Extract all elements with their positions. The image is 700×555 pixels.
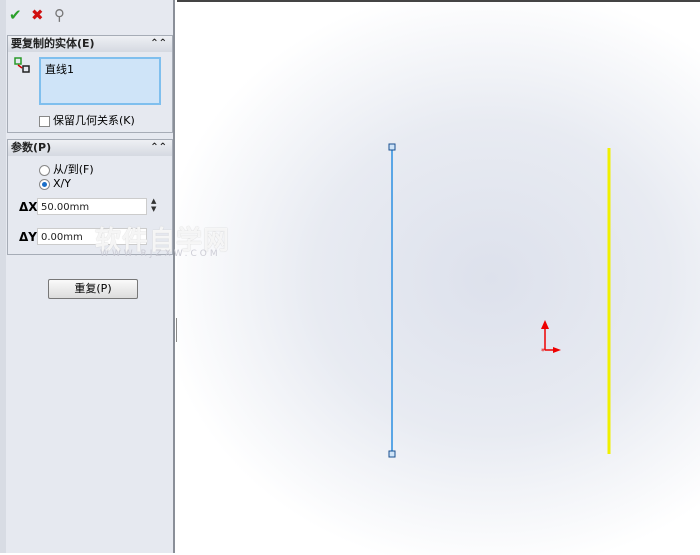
radio-from-to[interactable]: 从/到(F) [39,161,94,177]
keep-relations-checkbox[interactable]: 保留几何关系(K) [39,112,135,128]
list-item[interactable]: 直线1 [45,63,74,76]
collapse-icon[interactable]: ⌃⌃ [150,36,167,52]
entities-group: 要复制的实体(E) ⌃⌃ 直线1 保留几何关系(K) [7,35,173,133]
radio-button[interactable] [39,164,50,176]
pin-icon[interactable]: ⚲ [54,6,65,24]
collapse-icon[interactable]: ⌃⌃ [150,140,167,156]
ok-icon[interactable]: ✔ [9,6,22,24]
repeat-button[interactable]: 重复(P) [48,279,138,299]
graphics-area[interactable]: * [177,0,700,555]
sketch-svg: * [388,143,611,458]
entities-selection-icon [14,57,30,73]
radio-xy[interactable]: X/Y [39,177,71,190]
checkbox-box[interactable] [39,115,50,127]
dy-label: ΔY [19,230,37,244]
dx-spinner[interactable]: ▲ ▼ [151,197,156,213]
svg-text:*: * [541,347,545,356]
radio-label: X/Y [53,177,71,190]
watermark-url: WWW.RJZXW.COM [100,249,221,259]
params-group-header[interactable]: 参数(P) ⌃⌃ [8,140,172,156]
cancel-icon[interactable]: ✖ [31,6,44,24]
origin-icon: * [541,320,561,356]
line-endpoint-bottom [388,450,396,458]
dx-label: ΔX [19,200,38,214]
entities-group-header[interactable]: 要复制的实体(E) ⌃⌃ [8,36,172,52]
property-manager-panel: ✔ ✖ ⚲ 要复制的实体(E) ⌃⌃ 直线1 保留几何关系(K) 参数(P) ⌃⌃ … [0,0,183,553]
dx-input[interactable]: 50.00mm [37,198,147,215]
radio-button[interactable] [39,178,50,190]
keep-relations-label: 保留几何关系(K) [53,114,135,127]
params-title: 参数(P) [11,141,52,154]
entities-title: 要复制的实体(E) [11,37,95,50]
entities-listbox[interactable]: 直线1 [39,57,161,105]
line-endpoint-top [388,143,396,151]
radio-label: 从/到(F) [53,163,94,176]
